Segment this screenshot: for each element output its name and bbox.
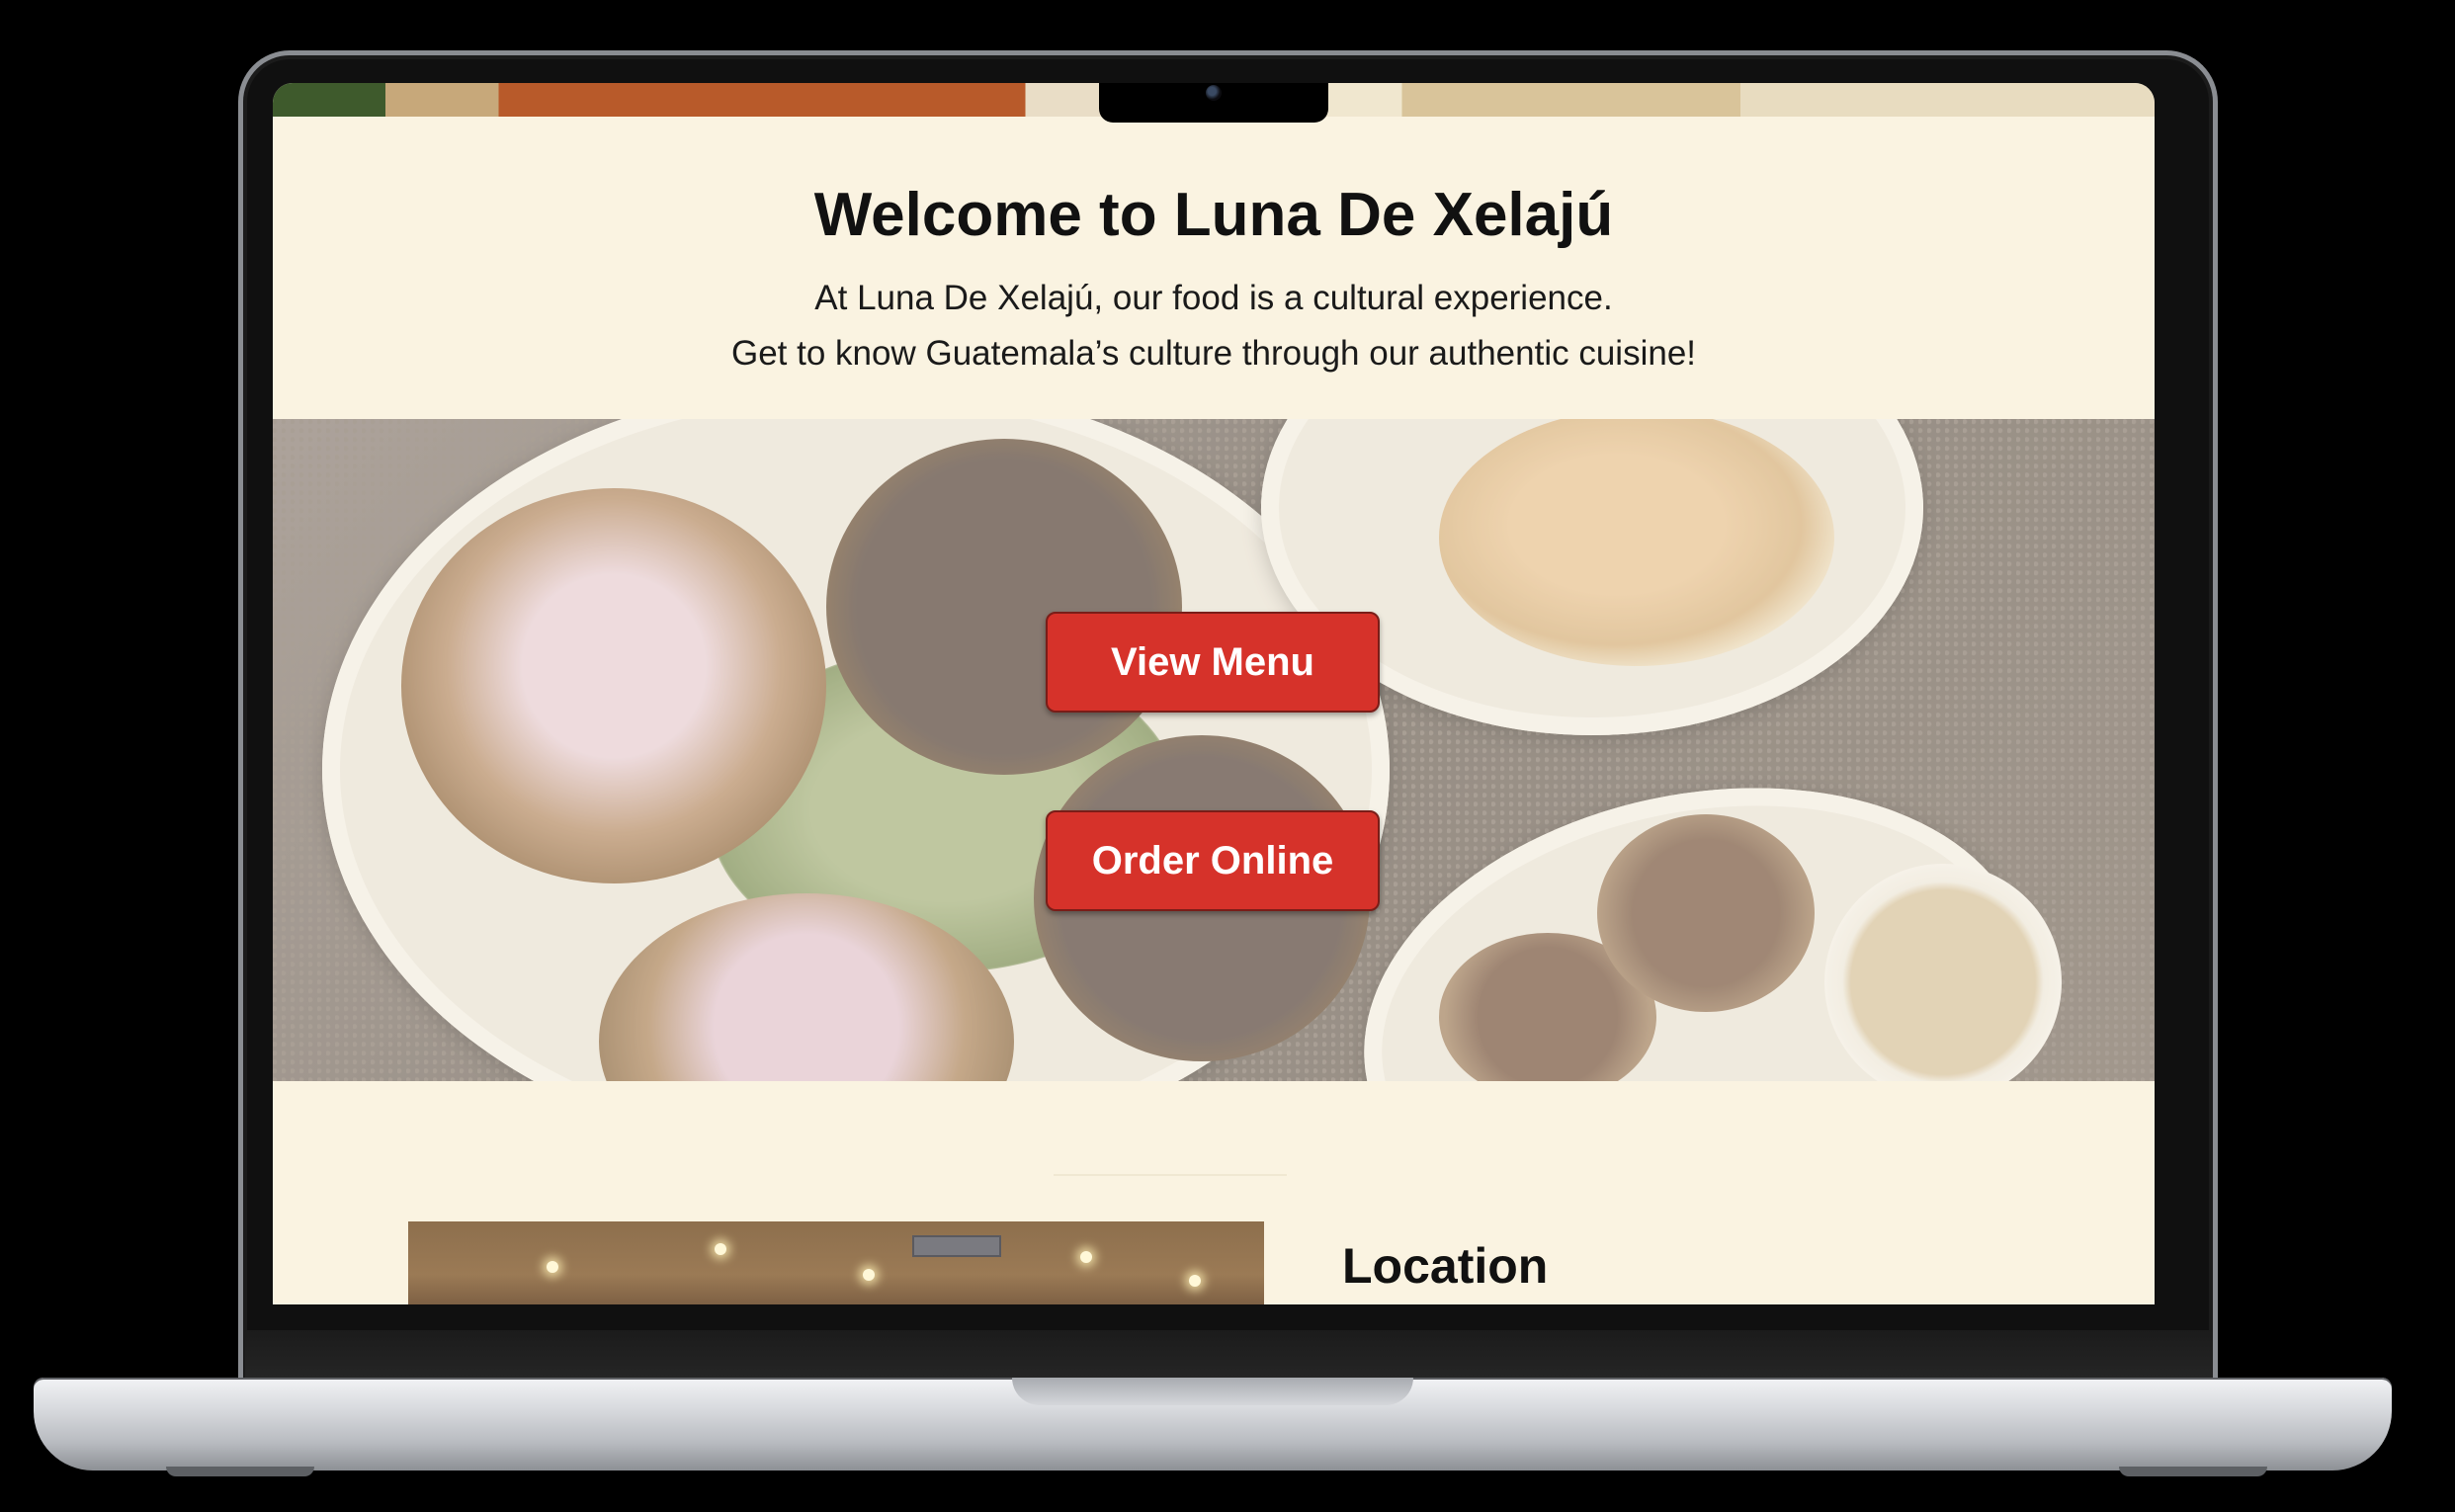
ceiling-light	[547, 1261, 558, 1273]
tagline-line-2: Get to know Guatemala’s culture through …	[730, 334, 1697, 373]
ceiling-light	[1189, 1275, 1201, 1287]
ceiling-light	[1080, 1251, 1092, 1263]
order-online-button[interactable]: Order Online	[1046, 810, 1380, 911]
welcome-tagline: At Luna De Xelajú, our food is a cultura…	[273, 271, 2155, 381]
hero-food-photo	[273, 419, 2155, 1081]
browser-viewport: Welcome to Luna De Xelajú At Luna De Xel…	[273, 83, 2155, 1304]
ceiling-light	[863, 1269, 875, 1281]
restaurant-interior-photo	[408, 1221, 1264, 1304]
view-menu-button[interactable]: View Menu	[1046, 612, 1380, 713]
ceiling-light	[715, 1243, 726, 1255]
laptop-foot-right	[2119, 1467, 2267, 1476]
camera-icon	[1206, 85, 1222, 101]
section-divider	[1054, 1174, 1287, 1176]
ceiling-vent	[912, 1235, 1001, 1257]
photo-overlay	[273, 419, 2155, 1081]
tagline-line-1: At Luna De Xelajú, our food is a cultura…	[814, 279, 1613, 317]
laptop-screen-chin	[245, 1330, 2213, 1382]
location-heading: Location	[1342, 1238, 1549, 1294]
welcome-section: Welcome to Luna De Xelajú At Luna De Xel…	[273, 117, 2155, 468]
laptop-hinge-notch	[1012, 1378, 1413, 1405]
laptop-foot-left	[166, 1467, 314, 1476]
page-title: Welcome to Luna De Xelajú	[813, 181, 1614, 249]
